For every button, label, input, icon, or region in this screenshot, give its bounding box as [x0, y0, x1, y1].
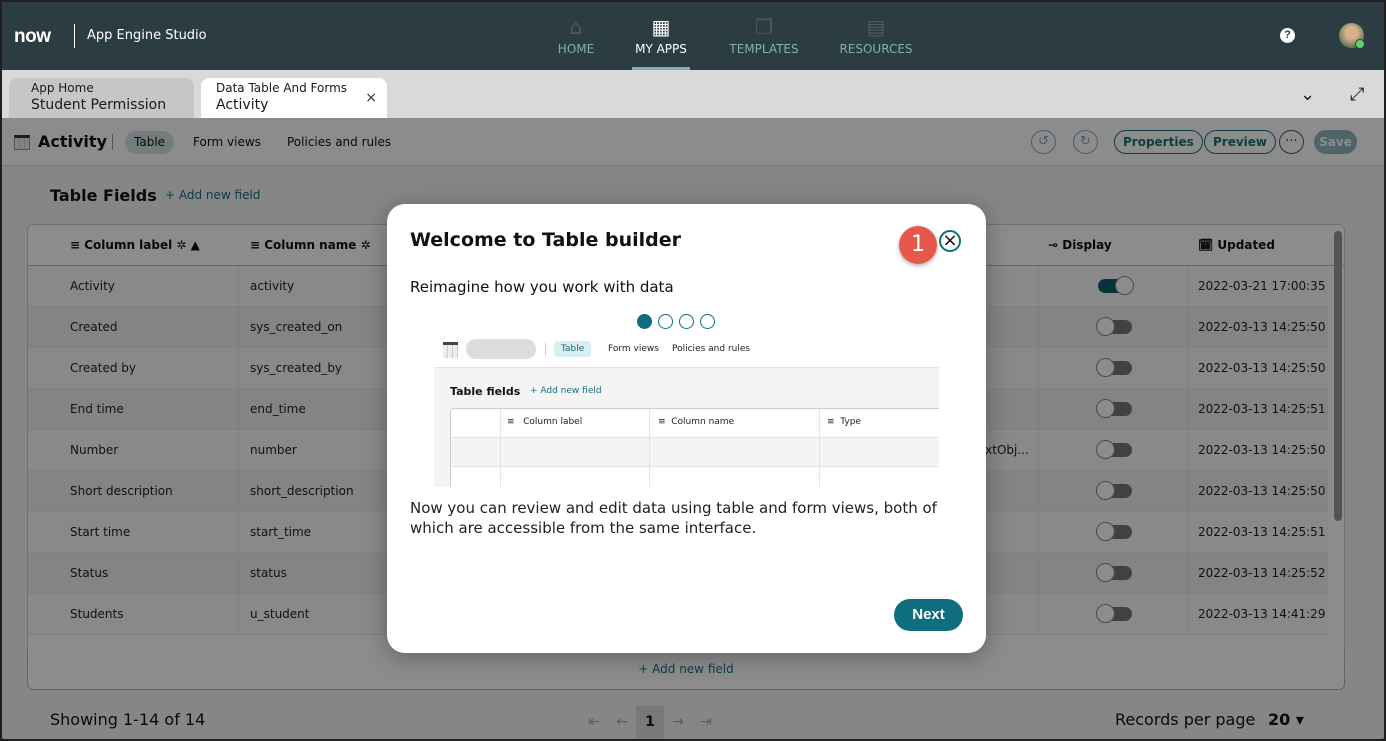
illus-add: + Add new field [530, 386, 602, 396]
divider [500, 409, 501, 487]
illus-col: ≡ Column label [507, 417, 583, 427]
divider [545, 343, 546, 355]
modal-description: Now you can review and edit data using t… [410, 499, 937, 537]
divider [451, 437, 939, 438]
resources-icon: ▤ [866, 15, 886, 39]
divider [451, 466, 939, 467]
avatar[interactable] [1339, 23, 1365, 49]
tab-title: Data Table And Forms [216, 81, 348, 95]
close-icon[interactable]: × [939, 230, 961, 252]
placeholder-bar [466, 339, 536, 359]
illus-body: Table fields + Add new field ≡ Column la… [434, 367, 939, 487]
illus-tab: Table [554, 341, 592, 357]
nav-label: MY APPS [635, 42, 687, 56]
illus-tab: Form views [608, 344, 659, 354]
nav-my-apps[interactable]: ▦ MY APPS [632, 2, 690, 70]
divider [819, 409, 820, 487]
step-dot[interactable] [637, 314, 652, 329]
next-button[interactable]: Next [894, 599, 963, 631]
nav-resources[interactable]: ▤ RESOURCES [837, 2, 915, 70]
modal-title: Welcome to Table builder [410, 229, 682, 251]
table-icon [443, 342, 458, 358]
divider [649, 409, 650, 487]
nav-label: TEMPLATES [729, 42, 799, 56]
help-icon[interactable]: ? [1280, 28, 1295, 43]
welcome-modal: Welcome to Table builder × 1 Reimagine h… [387, 204, 986, 653]
nav-home[interactable]: ⌂ HOME [550, 2, 602, 70]
step-indicator [637, 314, 721, 333]
tab-app-home[interactable]: App Home Student Permission [9, 78, 194, 118]
expand-icon[interactable]: ⤢ [1350, 84, 1364, 105]
close-tab-icon[interactable]: × [365, 90, 377, 106]
top-bar: now App Engine Studio ⌂ HOME ▦ MY APPS ❐ TE… [2, 2, 1384, 70]
step-badge: 1 [899, 226, 937, 264]
illus-col-text: Type [840, 417, 861, 427]
tab-data-table[interactable]: Data Table And Forms Activity × [201, 78, 387, 118]
tab-subtitle: Activity [216, 97, 269, 113]
tab-subtitle: Student Permission [31, 97, 167, 113]
illus-col-text: Column name [671, 417, 735, 427]
nav-label: HOME [557, 42, 595, 56]
tab-title: App Home [31, 81, 94, 95]
nav-templates[interactable]: ❐ TEMPLATES [726, 2, 802, 70]
illus-col-text: Column label [523, 417, 583, 427]
nav-label: RESOURCES [839, 42, 913, 56]
tab-bar: App Home Student Permission Data Table An… [2, 70, 1384, 118]
step-dot[interactable] [700, 314, 715, 329]
illus-tab: Policies and rules [672, 344, 751, 354]
illus-col: ≡ Column name [658, 417, 735, 427]
servicenow-logo[interactable]: now [14, 26, 51, 48]
illus-col: ≡ Type [827, 417, 861, 427]
app-window: now App Engine Studio ⌂ HOME ▦ MY APPS ❐ TE… [2, 2, 1384, 739]
grid-icon: ▦ [651, 15, 671, 39]
templates-icon: ❐ [755, 15, 773, 39]
chevron-down-icon[interactable]: ⌄ [1300, 84, 1315, 105]
illus-title: Table fields [450, 385, 521, 398]
modal-subtitle: Reimagine how you work with data [410, 278, 674, 296]
divider [74, 24, 75, 48]
illustration: Table Form views Policies and rules Tabl… [434, 337, 939, 487]
illus-row [451, 437, 939, 466]
home-icon: ⌂ [569, 15, 583, 39]
app-name: App Engine Studio [87, 28, 207, 43]
step-dot[interactable] [679, 314, 694, 329]
illus-table: ≡ Column label ≡ Column name ≡ Type [450, 408, 939, 487]
step-dot[interactable] [658, 314, 673, 329]
